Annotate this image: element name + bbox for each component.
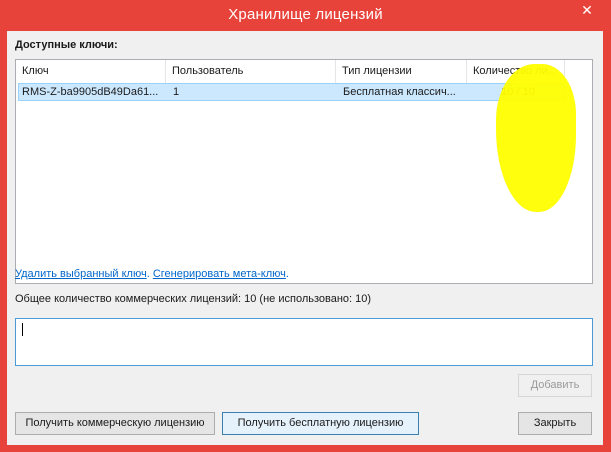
column-header-license-count[interactable]: Количество ли... (467, 60, 565, 83)
get-commercial-license-button[interactable]: Получить коммерческую лицензию (15, 412, 215, 435)
cell-user: 1 (173, 86, 180, 98)
close-button[interactable]: Закрыть (518, 412, 592, 435)
cell-license-count: 10 / 10 (501, 86, 535, 98)
table-row[interactable]: RMS-Z-ba9905dB49Da61... 1 Бесплатная кла… (18, 83, 566, 101)
generate-meta-key-link[interactable]: Сгенерировать мета-ключ (153, 268, 286, 280)
column-header-license-type[interactable]: Тип лицензии (336, 60, 467, 83)
cell-key: RMS-Z-ba9905dB49Da61... (22, 86, 159, 98)
link-separator: . (146, 268, 150, 280)
add-button[interactable]: Добавить (518, 374, 592, 397)
cell-license-type: Бесплатная классич... (343, 86, 456, 98)
get-free-license-button[interactable]: Получить бесплатную лицензию (222, 412, 419, 435)
available-keys-label: Доступные ключи: (15, 39, 118, 51)
window-title: Хранилище лицензий (228, 6, 383, 23)
keys-list[interactable]: Ключ Пользователь Тип лицензии Количеств… (15, 59, 593, 284)
column-header-user[interactable]: Пользователь (166, 60, 336, 83)
delete-selected-key-link[interactable]: Удалить выбранный ключ (15, 268, 147, 280)
title-bar: Хранилище лицензий ✕ (0, 0, 611, 30)
keys-list-header: Ключ Пользователь Тип лицензии Количеств… (16, 60, 592, 83)
close-icon[interactable]: ✕ (570, 0, 604, 20)
column-header-key[interactable]: Ключ (16, 60, 166, 83)
total-licenses-text: Общее количество коммерческих лицензий: … (15, 293, 372, 305)
dialog-client-area: Доступные ключи: Ключ Пользователь Тип л… (7, 31, 603, 445)
link-trailing-dot: . (285, 268, 289, 280)
text-caret (22, 323, 23, 336)
key-actions: Удалить выбранный ключ. Сгенерировать ме… (15, 268, 289, 280)
key-input-field[interactable] (15, 318, 593, 366)
